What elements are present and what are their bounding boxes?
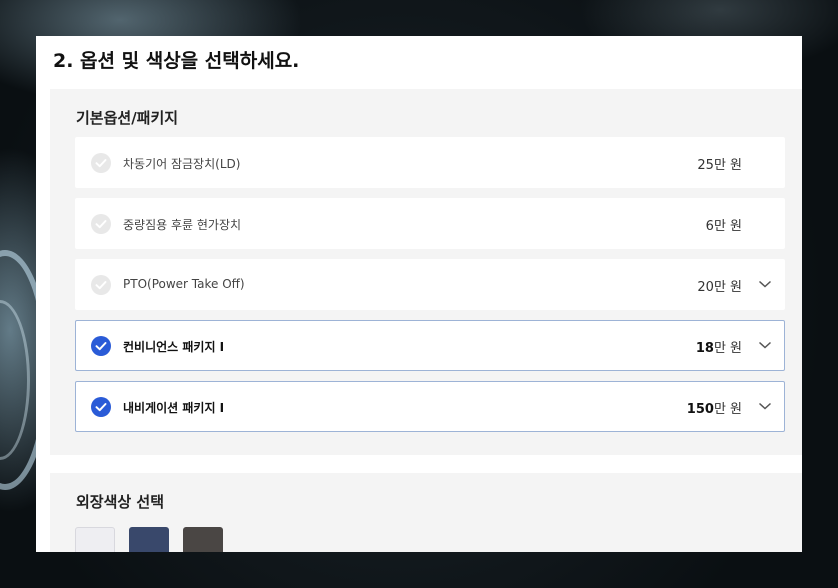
option-label: 차동기어 잠금장치(LD)	[123, 157, 241, 171]
check-circle-icon[interactable]	[91, 153, 111, 173]
option-price: 150만 원	[687, 398, 742, 417]
color-swatch-dark-gray[interactable]	[183, 527, 223, 552]
check-circle-icon[interactable]	[91, 275, 111, 295]
check-circle-icon[interactable]	[91, 214, 111, 234]
option-item-navigation-package[interactable]: 내비게이션 패키지 I 150만 원	[75, 381, 785, 432]
option-price-amount: 25	[697, 158, 714, 173]
option-label: 컨비니언스 패키지 I	[123, 340, 225, 354]
check-circle-icon[interactable]	[91, 397, 111, 417]
color-swatch-white[interactable]	[75, 527, 115, 552]
option-price-unit: 만 원	[713, 219, 742, 234]
exterior-color-section-title: 외장색상 선택	[76, 493, 165, 511]
option-price-unit: 만 원	[713, 280, 742, 295]
page-title: 2. 옵션 및 색상을 선택하세요.	[53, 50, 300, 72]
option-price-amount: 6	[705, 219, 714, 234]
option-price: 6만 원	[706, 215, 742, 234]
option-item-convenience-package[interactable]: 컨비니언스 패키지 I 18만 원	[75, 320, 785, 371]
option-price-unit: 만 원	[713, 158, 742, 173]
option-item-pto[interactable]: PTO(Power Take Off) 20만 원	[75, 259, 785, 310]
options-section-title: 기본옵션/패키지	[76, 109, 179, 127]
options-section: 기본옵션/패키지 차동기어 잠금장치(LD) 25만 원 중량짐용 후륜 현가장…	[50, 89, 802, 455]
option-label: 내비게이션 패키지 I	[123, 401, 225, 415]
option-panel: 2. 옵션 및 색상을 선택하세요. 기본옵션/패키지 차동기어 잠금장치(LD…	[36, 36, 802, 552]
chevron-down-icon[interactable]	[758, 401, 772, 411]
option-price-amount: 150	[686, 402, 714, 417]
option-label: PTO(Power Take Off)	[123, 277, 245, 291]
chevron-down-icon[interactable]	[758, 279, 772, 289]
option-item-rear-suspension[interactable]: 중량짐용 후륜 현가장치 6만 원	[75, 198, 785, 249]
option-price-amount: 20	[697, 280, 714, 295]
option-item-differential-lock[interactable]: 차동기어 잠금장치(LD) 25만 원	[75, 137, 785, 188]
option-price: 18만 원	[696, 337, 742, 356]
option-price-unit: 만 원	[713, 402, 742, 417]
color-swatch-navy[interactable]	[129, 527, 169, 552]
option-price-unit: 만 원	[713, 341, 742, 356]
option-price-amount: 18	[695, 341, 714, 356]
chevron-down-icon[interactable]	[758, 340, 772, 350]
option-price: 25만 원	[697, 154, 742, 173]
exterior-color-section: 외장색상 선택	[50, 473, 802, 552]
check-circle-icon[interactable]	[91, 336, 111, 356]
option-label: 중량짐용 후륜 현가장치	[123, 218, 242, 232]
option-price: 20만 원	[697, 276, 742, 295]
